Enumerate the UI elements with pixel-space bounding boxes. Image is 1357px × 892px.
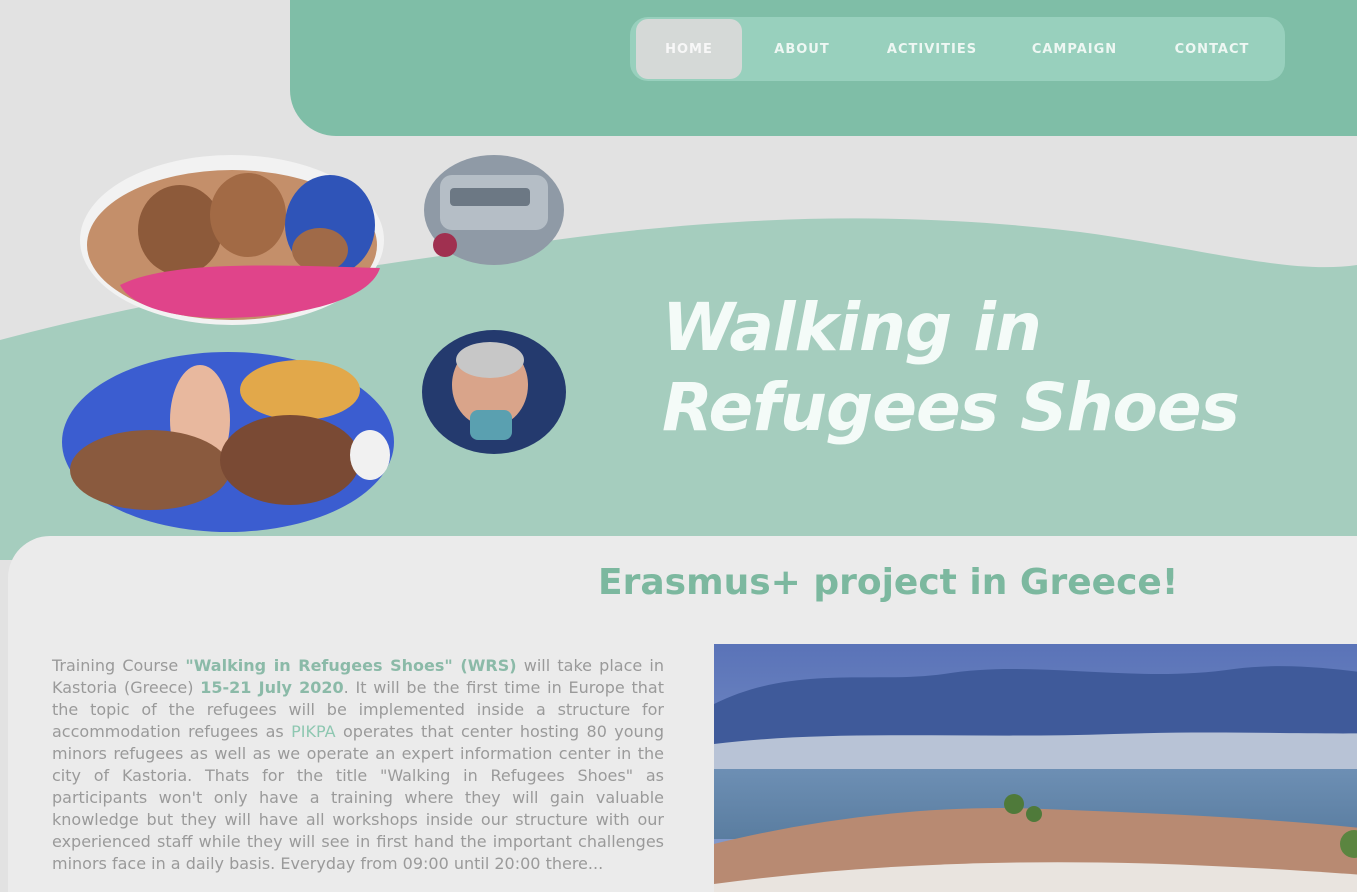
hero-title-line2: Refugees Shoes — [662, 369, 1240, 446]
portrait-photo — [422, 330, 566, 454]
project-dates: 15-21 July 2020 — [200, 678, 344, 697]
hero-title-line1: Walking in — [662, 289, 1042, 366]
hero-title: Walking in Refugees Shoes — [662, 288, 1240, 448]
kastoria-lake-photo — [714, 644, 1357, 892]
org-link[interactable]: PIKPA — [291, 722, 335, 741]
hands-photo — [62, 352, 394, 532]
children-photo — [80, 155, 384, 325]
project-description: Training Course "Walking in Refugees Sho… — [52, 655, 664, 875]
project-name: "Walking in Refugees Shoes" (WRS) — [185, 656, 517, 675]
bus-photo — [424, 155, 564, 265]
page: HOME ABOUT ACTIVITIES CAMPAIGN CONTACT W… — [0, 0, 1357, 892]
description-text: Training Course — [52, 656, 186, 675]
section-heading: Erasmus+ project in Greece! — [598, 562, 1179, 603]
description-text: operates that center hosting 80 young mi… — [52, 722, 664, 873]
